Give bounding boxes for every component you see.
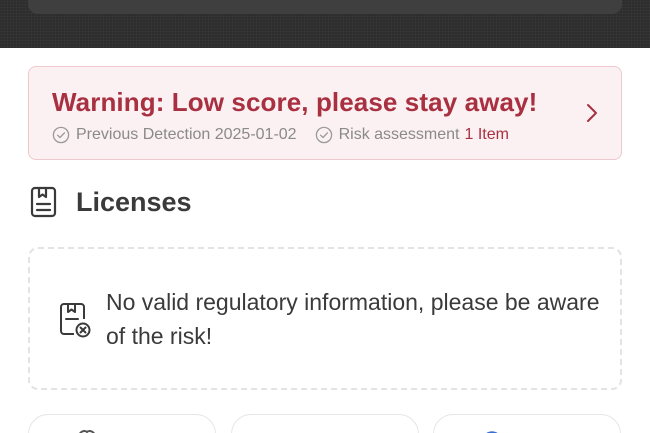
check-circle-icon [52,126,70,144]
warning-meta: Previous Detection 2025-01-02 Risk asses… [52,125,509,145]
tab-icon [79,430,95,433]
detection-label: Previous Detection 2025-01-02 [76,126,297,143]
licenses-title: Licenses [76,186,192,217]
document-x-icon [60,303,91,338]
licenses-header: Licenses [28,184,192,220]
warning-title: Warning: Low score, please stay away! [52,87,538,117]
warning-card[interactable]: Warning: Low score, please stay away! Pr… [28,66,622,160]
header-search-bar[interactable] [28,0,622,14]
licenses-empty-state: No valid regulatory information, please … [28,247,622,390]
top-header [0,0,650,48]
bottom-tab-1[interactable] [28,414,216,433]
detection-info: Previous Detection 2025-01-02 [52,126,297,144]
chevron-right-icon[interactable] [585,103,599,123]
empty-message: No valid regulatory information, please … [106,289,600,349]
tab-icon [486,431,498,433]
document-icon [30,186,57,218]
risk-info: Risk assessment 1 Item [315,126,509,144]
risk-label: Risk assessment [338,126,460,143]
risk-count: 1 Item [464,126,509,143]
bottom-tab-2[interactable] [231,414,419,433]
check-circle-icon [315,126,332,144]
tab-icon [280,429,300,433]
bottom-tab-3[interactable] [433,414,621,433]
